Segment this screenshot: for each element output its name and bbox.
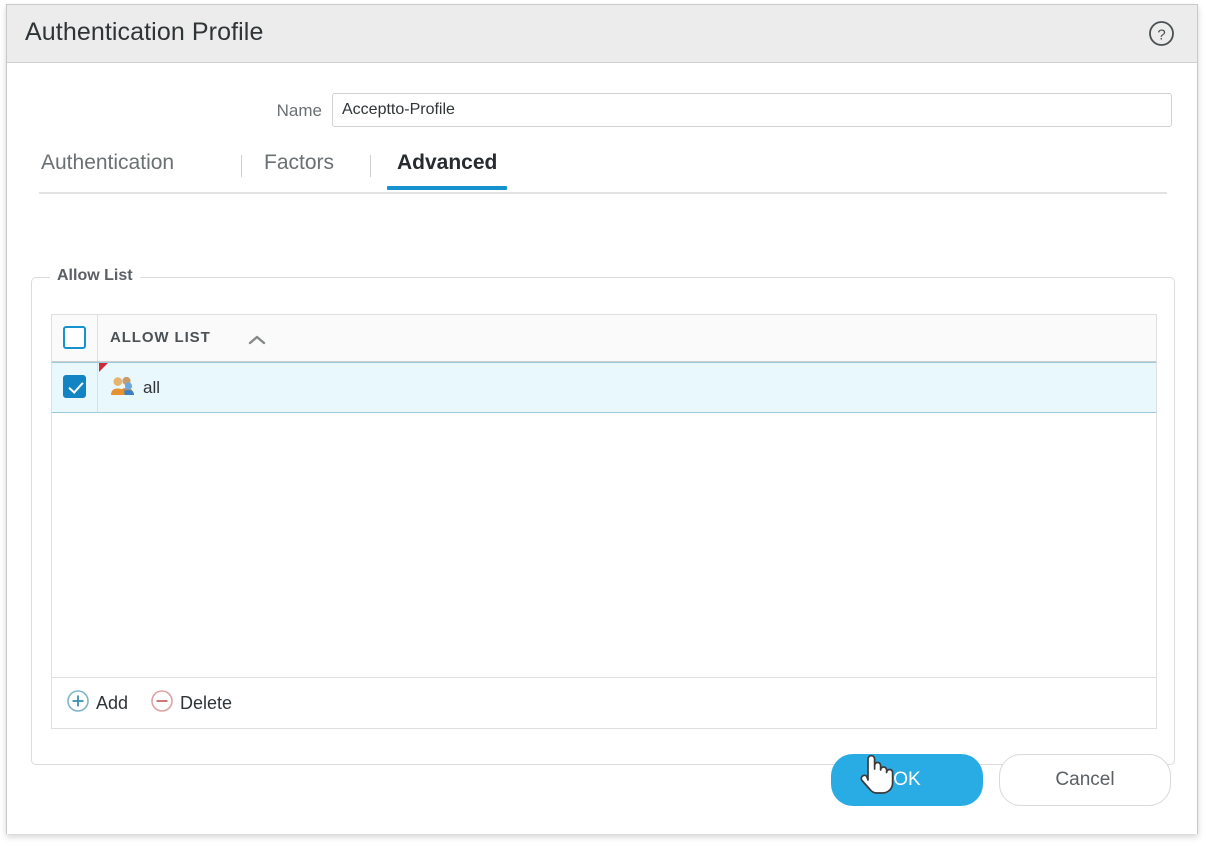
add-button[interactable]: Add (66, 689, 128, 718)
plus-circle-icon (66, 689, 90, 718)
authentication-profile-dialog: Authentication Profile ? Name Authentica… (6, 4, 1198, 834)
dialog-body: Name Authentication Factors Advanced All… (7, 63, 1197, 834)
allow-list-panel: Allow List ALLOW LIST (31, 277, 1175, 765)
grid-header-checkbox-cell (52, 315, 98, 361)
add-button-label: Add (96, 693, 128, 714)
cancel-button-label: Cancel (1055, 769, 1114, 791)
dialog-titlebar: Authentication Profile ? (7, 5, 1197, 63)
allow-list-grid: ALLOW LIST (51, 314, 1157, 729)
tab-bar: Authentication Factors Advanced (7, 151, 1197, 195)
table-row[interactable]: all (52, 362, 1156, 413)
name-input[interactable] (332, 93, 1172, 127)
tab-separator (241, 155, 242, 177)
grid-empty-area (52, 413, 1156, 676)
row-select-checkbox[interactable] (63, 375, 86, 398)
row-name-cell: all (110, 363, 160, 412)
user-group-icon (110, 375, 134, 401)
row-name-text: all (143, 378, 160, 398)
cancel-button[interactable]: Cancel (999, 754, 1171, 806)
help-icon[interactable]: ? (1148, 20, 1175, 47)
name-row: Name (7, 93, 1197, 129)
chevron-up-icon[interactable] (248, 333, 266, 351)
name-label: Name (162, 101, 322, 121)
tab-bar-underline (39, 192, 1167, 194)
column-header-allow-list[interactable]: ALLOW LIST (110, 329, 211, 346)
delete-button-label: Delete (180, 693, 232, 714)
ok-button-label: OK (893, 769, 920, 791)
dialog-footer: OK Cancel (831, 754, 1171, 806)
dialog-title: Authentication Profile (25, 18, 263, 47)
mouse-cursor-pointer (857, 750, 895, 796)
tab-separator (370, 155, 371, 177)
row-flag-icon (99, 363, 108, 372)
grid-toolbar: Add Delete (52, 677, 1156, 728)
grid-header-row: ALLOW LIST (52, 315, 1156, 362)
allow-list-legend: Allow List (50, 267, 140, 285)
minus-circle-icon (150, 689, 174, 718)
row-checkbox-cell (52, 363, 98, 412)
ok-button[interactable]: OK (831, 754, 983, 806)
svg-text:?: ? (1157, 27, 1165, 44)
tab-authentication[interactable]: Authentication (41, 151, 174, 187)
delete-button[interactable]: Delete (150, 689, 232, 718)
select-all-checkbox[interactable] (63, 326, 86, 349)
tab-factors[interactable]: Factors (264, 151, 334, 187)
tab-advanced[interactable]: Advanced (397, 151, 497, 187)
